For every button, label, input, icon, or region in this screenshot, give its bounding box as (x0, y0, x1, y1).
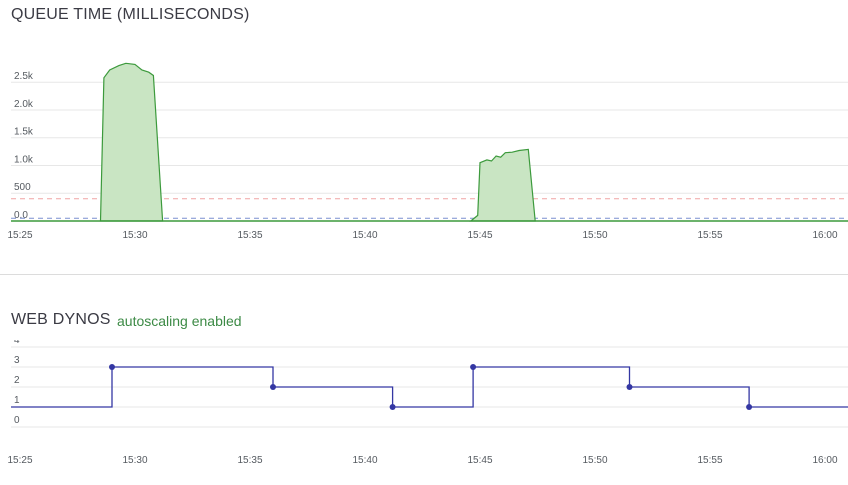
queue-time-chart[interactable]: 0.0 500 1.0k 1.5k 2.0k 2.5k 15:25 15:30 15:35 15:… (0, 0, 848, 245)
x-tick-label: 15:50 (582, 230, 607, 241)
x-tick-label: 15:25 (7, 455, 32, 466)
y-tick-label: 1 (14, 395, 20, 406)
dyno-change-marker (109, 364, 115, 370)
dyno-change-marker (746, 404, 753, 410)
x-tick-label: 15:40 (352, 455, 377, 466)
y-tick-label: 1.5k (14, 127, 34, 138)
x-tick-label: 15:30 (122, 455, 147, 466)
x-tick-label: 15:50 (582, 455, 607, 466)
x-tick-label: 15:35 (237, 455, 262, 466)
x-tick-label: 15:45 (467, 230, 492, 241)
y-tick-label: 0.0 (14, 210, 28, 221)
panel-divider (0, 274, 848, 275)
x-tick-label: 15:55 (697, 455, 722, 466)
x-tick-label: 16:00 (812, 230, 837, 241)
autoscaling-status: autoscaling enabled (117, 313, 242, 329)
y-tick-label: 3 (14, 355, 20, 366)
queue-spike-2 (469, 148, 536, 222)
dyno-change-marker (470, 364, 477, 370)
dyno-change-marker (389, 404, 396, 410)
x-tick-label: 15:30 (122, 230, 147, 241)
x-tick-label: 16:00 (812, 455, 837, 466)
x-tick-label: 15:45 (467, 455, 492, 466)
queue-spike-1 (99, 62, 164, 222)
y-tick-label: 1.0k (14, 154, 34, 165)
web-dynos-chart[interactable]: 0 1 2 3 4 15:25 15:30 15:35 15:40 15:45 15:50 15:55… (0, 340, 848, 470)
x-tick-label: 15:55 (697, 230, 722, 241)
x-tick-label: 15:25 (7, 230, 32, 241)
y-tick-label: 2 (14, 375, 20, 386)
y-tick-label: 500 (14, 182, 31, 193)
y-tick-label: 4 (14, 340, 20, 346)
y-tick-label: 2.5k (14, 71, 34, 82)
y-tick-label: 2.0k (14, 99, 34, 110)
x-tick-label: 15:40 (352, 230, 377, 241)
web-dynos-title: WEB DYNOS (11, 311, 111, 328)
dyno-change-marker (270, 384, 276, 390)
y-tick-label: 0 (14, 415, 20, 426)
dyno-change-marker (626, 384, 633, 390)
x-tick-label: 15:35 (237, 230, 262, 241)
